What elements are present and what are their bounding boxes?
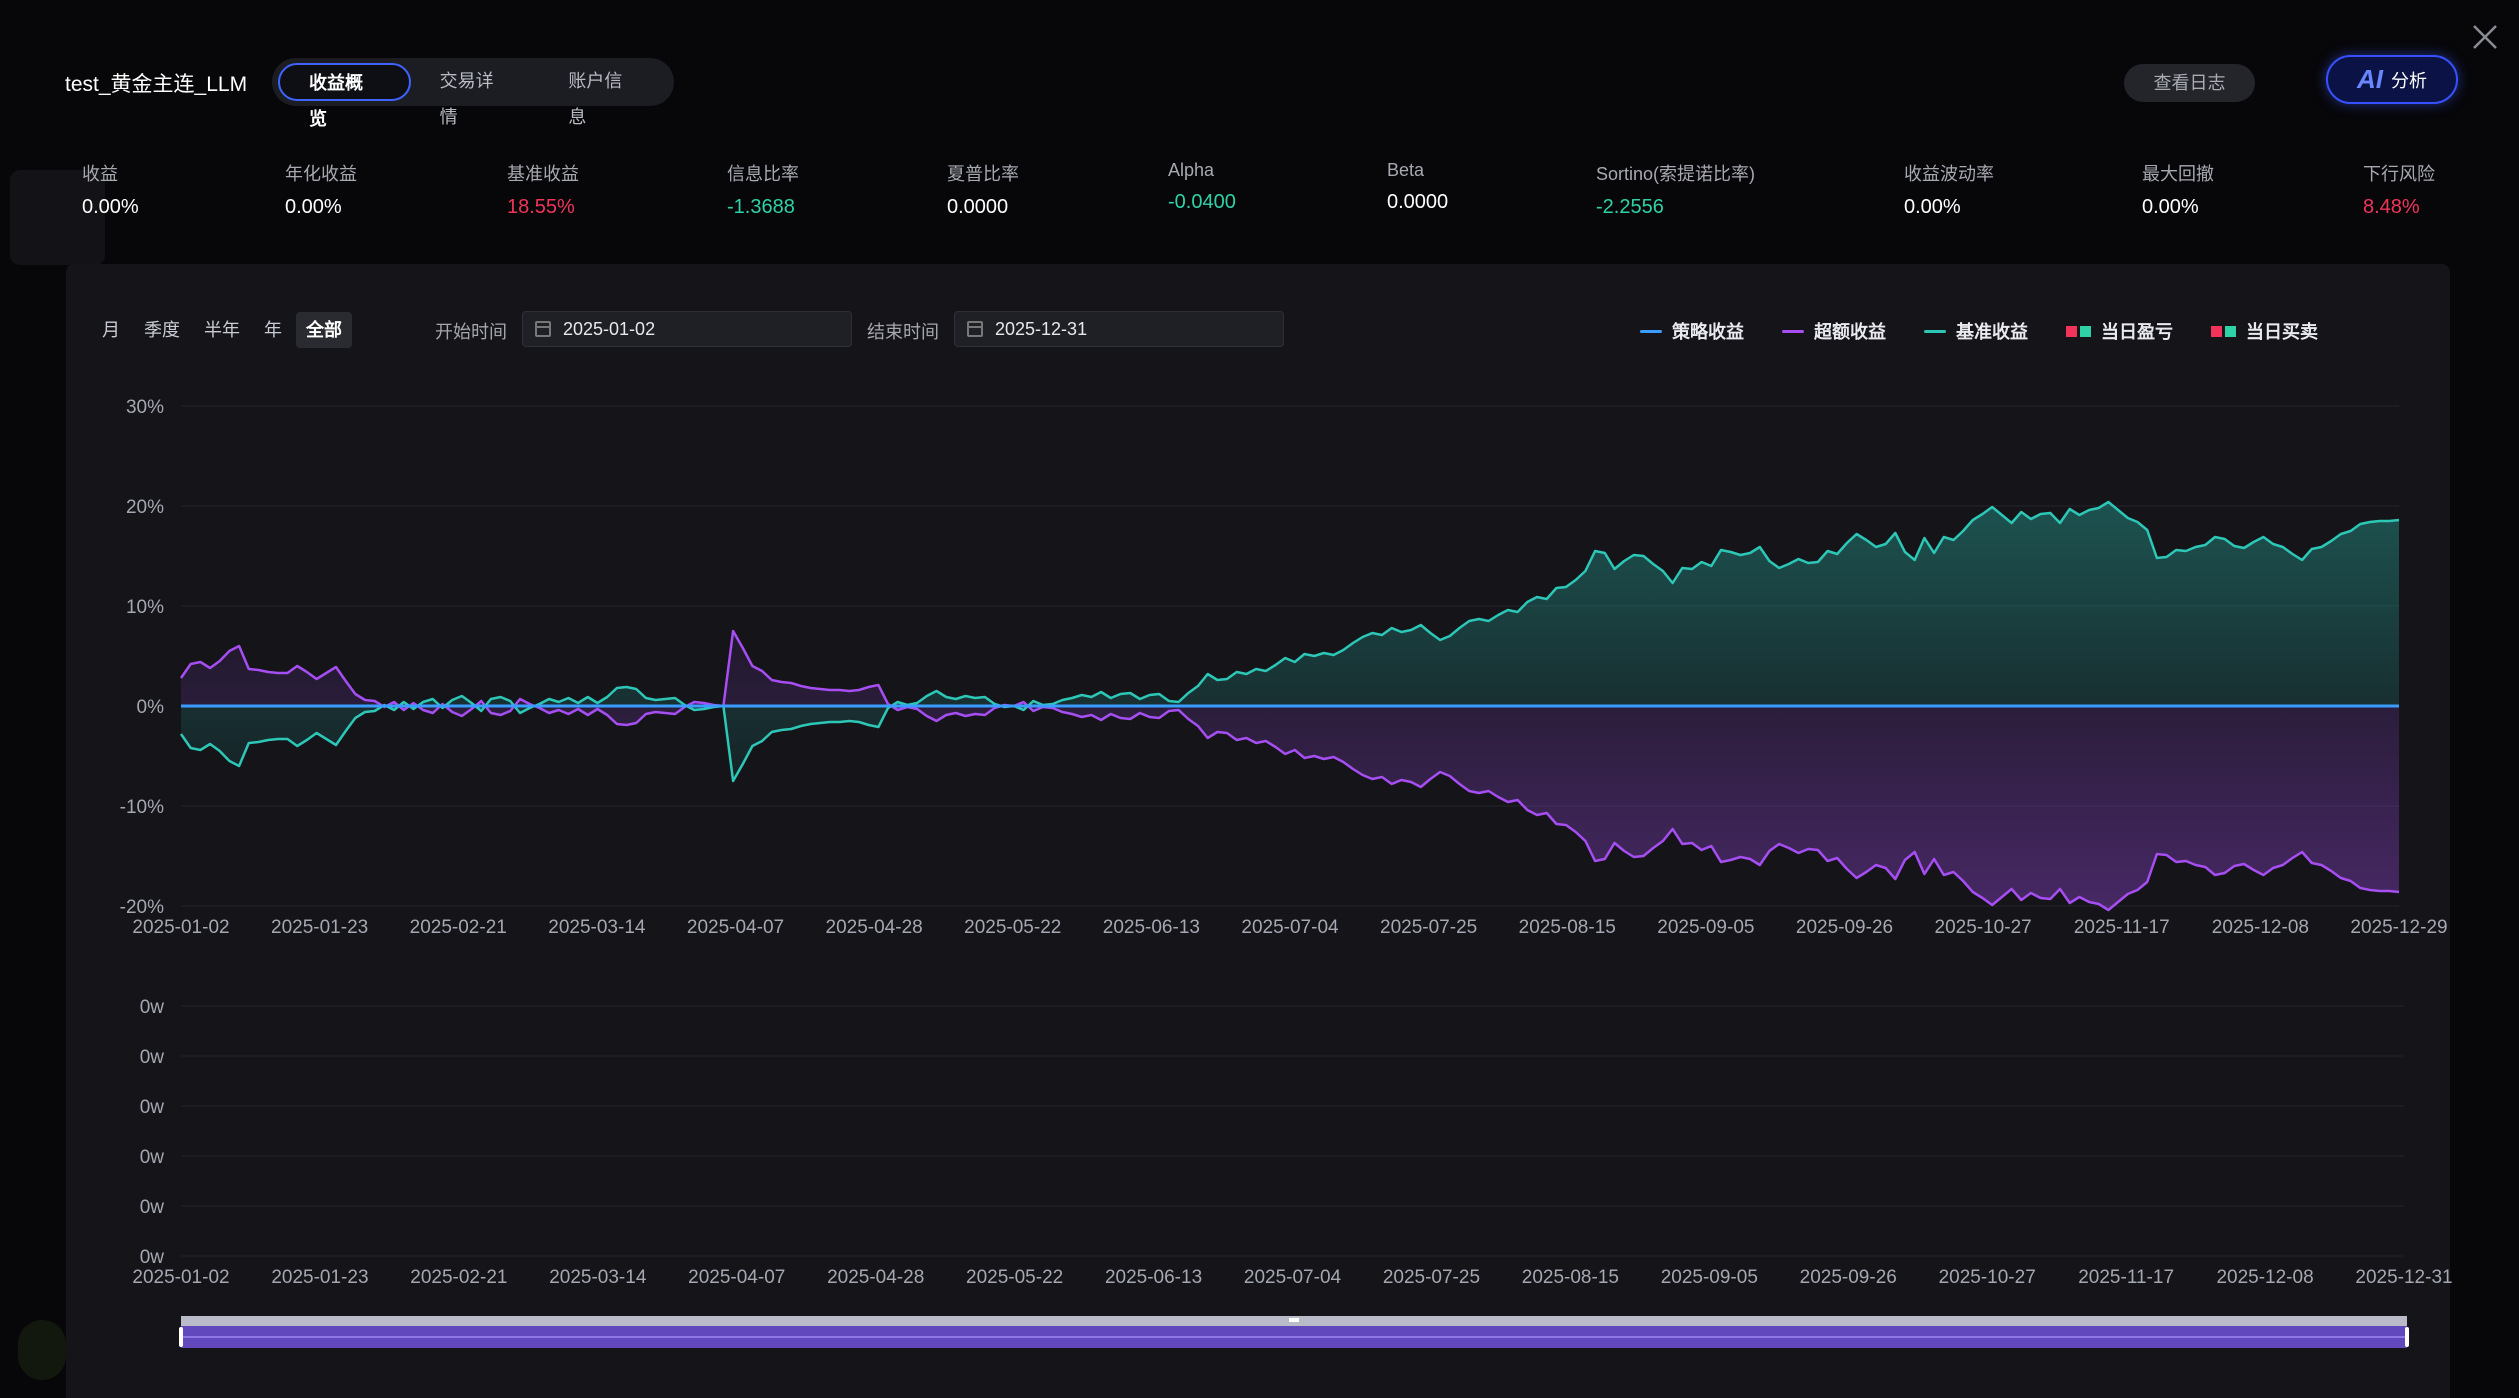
x-tick-label: 2025-07-04 (1244, 1267, 1342, 1288)
x-tick-label: 2025-04-28 (826, 917, 923, 938)
y-tick-label: 0w (140, 1097, 165, 1118)
x-tick-label: 2025-09-05 (1657, 917, 1754, 938)
x-tick-label: 2025-05-22 (966, 1267, 1063, 1288)
x-tick-label: 2025-10-27 (1939, 1267, 2036, 1288)
zoom-slider-grip-icon (1289, 1318, 1299, 1322)
app-root: test_黄金主连_LLM 收益概览 交易详情 账户信息 查看日志 AI 分析 … (0, 0, 2519, 1398)
x-tick-label: 2025-01-02 (132, 1267, 229, 1288)
x-tick-label: 2025-07-04 (1241, 917, 1339, 938)
x-tick-label: 2025-03-14 (549, 1267, 647, 1288)
x-tick-label: 2025-10-27 (1935, 917, 2032, 938)
y-tick-label: 20% (126, 497, 164, 518)
x-tick-label: 2025-01-02 (132, 917, 229, 938)
x-tick-label: 2025-01-23 (271, 1267, 368, 1288)
x-tick-label: 2025-04-28 (827, 1267, 924, 1288)
x-tick-label: 2025-08-15 (1519, 917, 1616, 938)
x-tick-label: 2025-04-07 (687, 917, 784, 938)
x-tick-label: 2025-01-23 (271, 917, 368, 938)
x-tick-label: 2025-07-25 (1380, 917, 1477, 938)
x-tick-label: 2025-09-26 (1800, 1267, 1897, 1288)
y-tick-label: 0w (140, 997, 165, 1018)
x-tick-label: 2025-02-21 (410, 1267, 507, 1288)
x-tick-label: 2025-06-13 (1103, 917, 1200, 938)
x-tick-label: 2025-11-17 (2078, 1267, 2174, 1288)
x-tick-label: 2025-08-15 (1522, 1267, 1619, 1288)
y-tick-label: 0w (140, 1247, 165, 1268)
y-tick-label: 0w (140, 1197, 165, 1218)
x-tick-label: 2025-12-31 (2355, 1267, 2452, 1288)
y-tick-label: -10% (120, 797, 164, 818)
x-tick-label: 2025-09-26 (1796, 917, 1893, 938)
zoom-slider-left-handle (179, 1327, 183, 1347)
y-tick-label: -20% (120, 897, 164, 918)
x-tick-label: 2025-05-22 (964, 917, 1061, 938)
y-tick-label: 0w (140, 1047, 165, 1068)
x-tick-label: 2025-04-07 (688, 1267, 785, 1288)
charts-canvas: 30%20%10%0%-10%-20%2025-01-02 2025-01-23 2… (120, 397, 2453, 1348)
y-tick-label: 0w (140, 1147, 165, 1168)
x-tick-label: 2025-12-29 (2350, 917, 2447, 938)
x-tick-label: 2025-09-05 (1661, 1267, 1758, 1288)
x-tick-label: 2025-02-21 (410, 917, 507, 938)
x-tick-label: 2025-06-13 (1105, 1267, 1202, 1288)
y-tick-label: 10% (126, 597, 164, 618)
y-tick-label: 30% (126, 397, 164, 418)
zoom-slider-right-handle (2405, 1327, 2409, 1347)
x-tick-label: 2025-03-14 (548, 917, 646, 938)
y-tick-label: 0% (137, 697, 165, 718)
x-tick-label: 2025-07-25 (1383, 1267, 1480, 1288)
x-tick-label: 2025-12-08 (2216, 1267, 2313, 1288)
x-tick-label: 2025-12-08 (2212, 917, 2309, 938)
x-tick-label: 2025-11-17 (2074, 917, 2170, 938)
